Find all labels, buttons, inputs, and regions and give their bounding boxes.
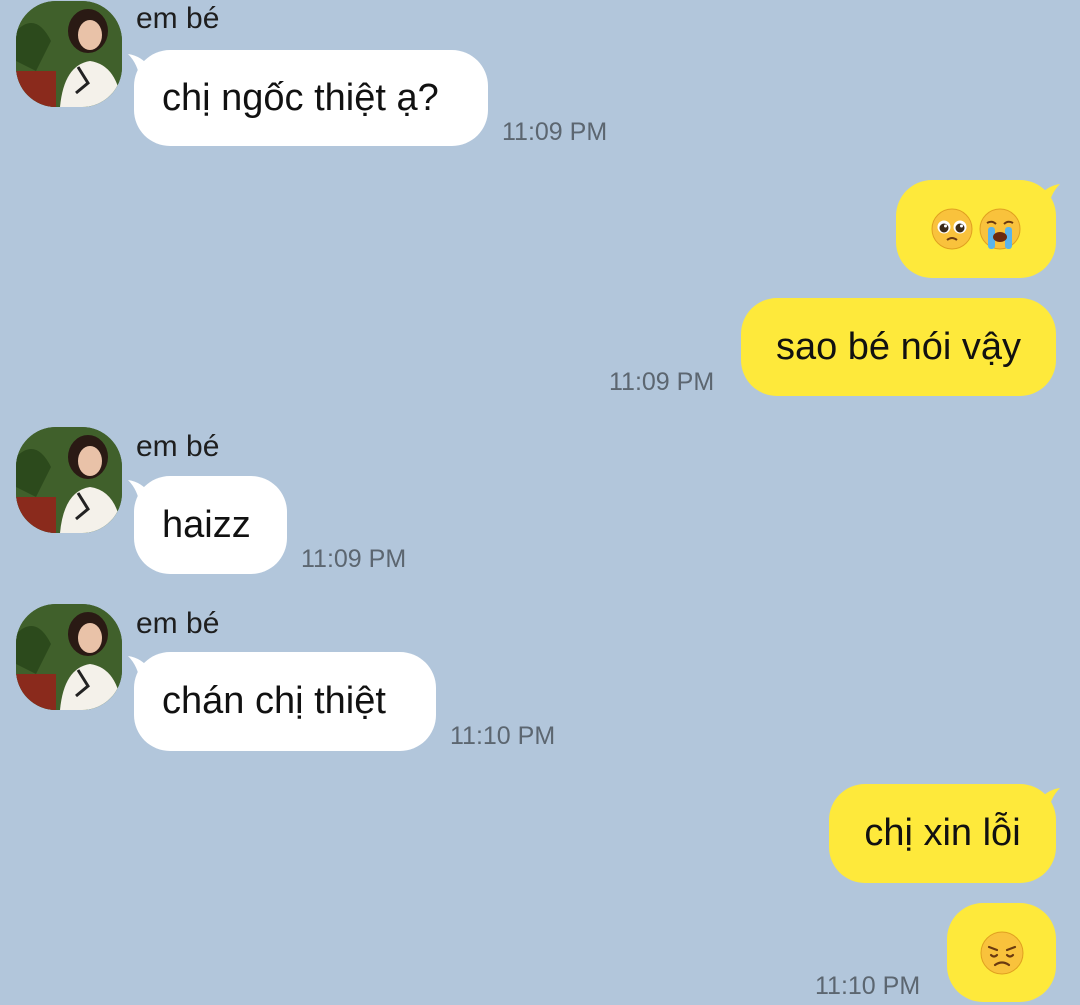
message-timestamp: 11:09 PM	[301, 545, 407, 573]
message-timestamp: 11:09 PM	[502, 118, 608, 146]
message-text: haizz	[162, 503, 251, 546]
message-timestamp: 11:09 PM	[609, 368, 715, 396]
message-bubble-incoming[interactable]: chị ngốc thiệt ạ?	[134, 50, 488, 146]
sender-name: em bé	[136, 607, 220, 640]
message-bubble-outgoing[interactable]	[947, 903, 1056, 1002]
message-bubble-outgoing[interactable]: chị xin lỗi	[829, 784, 1056, 883]
disappointed-face-icon	[980, 931, 1023, 974]
message-bubble-outgoing[interactable]: sao bé nói vậy	[741, 298, 1056, 396]
loudly-crying-face-icon	[979, 208, 1021, 250]
message-timestamp: 11:10 PM	[815, 972, 921, 1000]
message-text: chị ngốc thiệt ạ?	[162, 76, 439, 119]
pleading-face-icon	[931, 208, 973, 250]
message-text: chán chị thiệt	[162, 680, 386, 722]
sender-name: em bé	[136, 2, 220, 35]
contact-avatar[interactable]	[16, 1, 122, 107]
message-bubble-incoming[interactable]: haizz	[134, 476, 287, 574]
message-bubble-outgoing[interactable]	[896, 180, 1056, 278]
contact-avatar[interactable]	[16, 604, 122, 710]
message-text: chị xin lỗi	[864, 812, 1021, 854]
message-bubble-incoming[interactable]: chán chị thiệt	[134, 652, 436, 751]
contact-avatar[interactable]	[16, 427, 122, 533]
message-timestamp: 11:10 PM	[450, 722, 556, 750]
sender-name: em bé	[136, 430, 220, 463]
message-text: sao bé nói vậy	[775, 325, 1022, 368]
